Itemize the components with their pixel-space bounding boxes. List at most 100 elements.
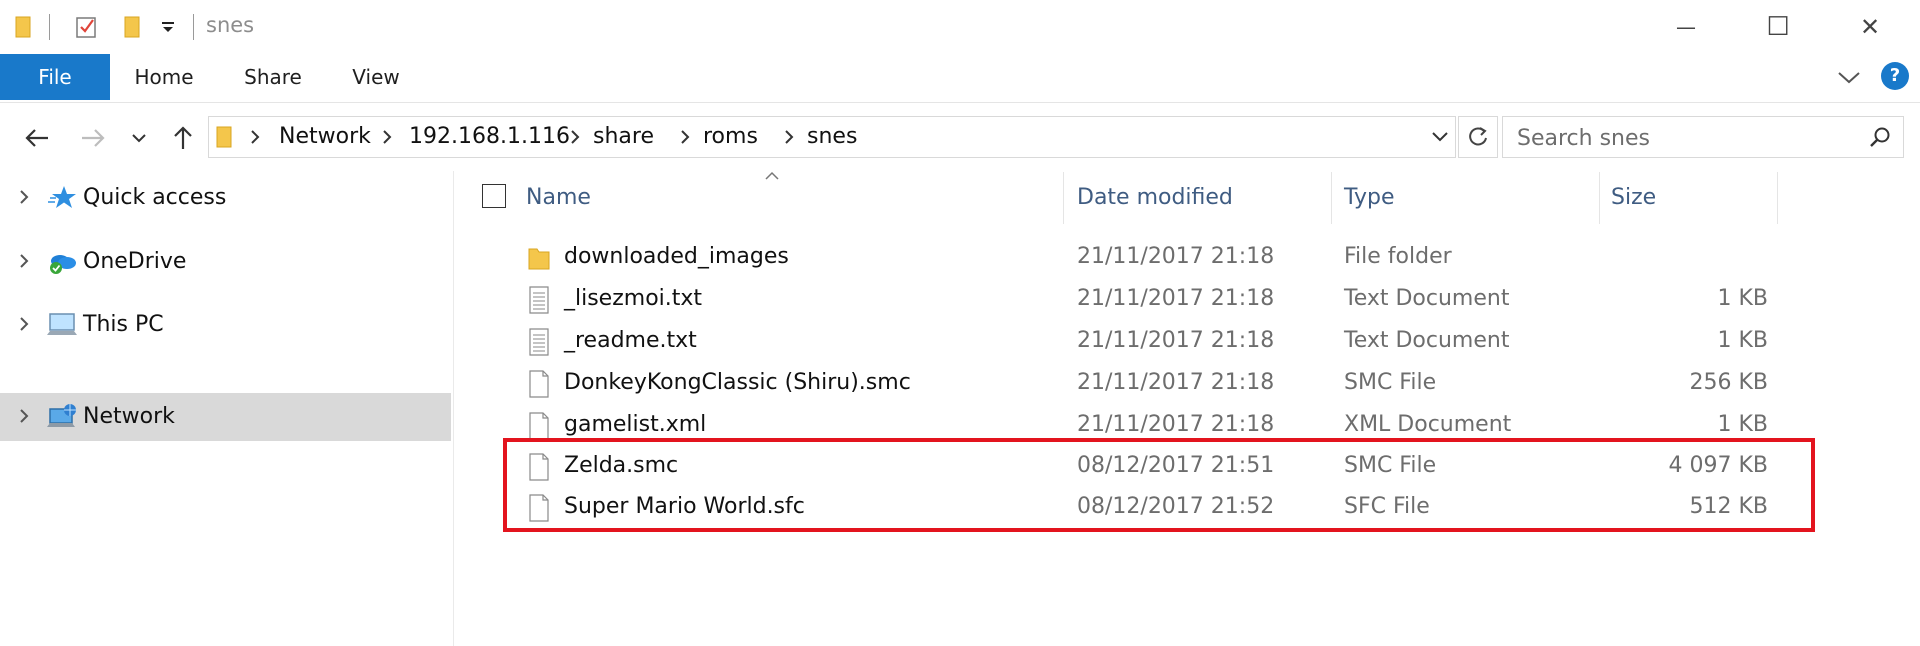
tab-view[interactable]: View <box>342 54 410 100</box>
forward-button[interactable] <box>76 121 110 155</box>
star-icon <box>46 184 78 212</box>
maximize-icon: ☐ <box>1766 12 1790 42</box>
file-icon <box>526 411 552 441</box>
column-header-size[interactable]: Size <box>1611 172 1656 224</box>
properties-icon[interactable] <box>72 14 102 40</box>
sidebar-item-quick-access[interactable]: Quick access <box>0 174 451 222</box>
search-icon[interactable] <box>1869 126 1891 152</box>
file-type: File folder <box>1344 244 1452 269</box>
file-size: 1 KB <box>1717 286 1768 311</box>
file-size: 4 097 KB <box>1668 453 1769 478</box>
toolbar-separator <box>49 14 50 40</box>
network-icon <box>46 403 78 431</box>
up-arrow-icon <box>174 126 192 149</box>
file-size <box>1568 236 1768 278</box>
breadcrumb-host[interactable]: 192.168.1.116 <box>409 117 570 157</box>
breadcrumb-snes[interactable]: snes <box>807 117 857 157</box>
folder-icon <box>10 14 36 40</box>
search-box[interactable] <box>1502 116 1904 159</box>
file-row[interactable]: gamelist.xml 21/11/2017 21:18 XML Docume… <box>518 404 1768 446</box>
chevron-right-icon[interactable] <box>18 250 30 276</box>
file-row[interactable]: _lisezmoi.txt 21/11/2017 21:18 Text Docu… <box>518 278 1768 320</box>
file-row[interactable]: DonkeyKongClassic (Shiru).smc 21/11/2017… <box>518 362 1768 404</box>
file-row[interactable]: downloaded_images 21/11/2017 21:18 File … <box>518 236 1768 278</box>
search-input[interactable] <box>1515 117 1859 159</box>
file-size: 256 KB <box>1689 370 1768 395</box>
file-row[interactable]: Zelda.smc 08/12/2017 21:51 SMC File 4 09… <box>518 445 1768 487</box>
back-button[interactable] <box>20 121 54 155</box>
column-header-type[interactable]: Type <box>1344 172 1395 224</box>
close-button[interactable]: ✕ <box>1824 0 1916 54</box>
chevron-right-icon[interactable] <box>18 313 30 339</box>
select-all-checkbox[interactable] <box>482 184 506 208</box>
folder-icon <box>215 125 233 153</box>
sidebar-item-label: OneDrive <box>83 249 187 274</box>
minimize-button[interactable]: — <box>1640 0 1732 54</box>
file-row[interactable]: Super Mario World.sfc 08/12/2017 21:52 S… <box>518 486 1768 528</box>
sidebar-item-network[interactable]: Network <box>0 393 451 441</box>
navigation-pane: Quick access OneDrive This PC Network <box>0 171 454 646</box>
sidebar-item-this-pc[interactable]: This PC <box>0 301 451 349</box>
chevron-right-icon[interactable] <box>569 117 581 157</box>
tab-file[interactable]: File <box>0 54 110 100</box>
file-date-modified: 08/12/2017 21:51 <box>1077 453 1275 478</box>
help-icon[interactable]: ? <box>1881 62 1909 90</box>
this-pc-icon <box>46 311 78 339</box>
refresh-button[interactable] <box>1458 116 1498 158</box>
column-divider[interactable] <box>1331 172 1332 224</box>
file-name: downloaded_images <box>564 244 789 269</box>
file-name: DonkeyKongClassic (Shiru).smc <box>564 370 911 395</box>
breadcrumb-share[interactable]: share <box>593 117 654 157</box>
file-row[interactable]: _readme.txt 21/11/2017 21:18 Text Docume… <box>518 320 1768 362</box>
address-dropdown-icon[interactable] <box>1431 129 1449 149</box>
sidebar-item-label: Quick access <box>83 185 227 210</box>
new-folder-icon[interactable] <box>118 14 146 40</box>
file-type: SMC File <box>1344 370 1437 395</box>
sidebar-item-label: This PC <box>83 312 164 337</box>
address-bar[interactable]: Network 192.168.1.116 share roms snes <box>208 116 1456 158</box>
sort-ascending-icon <box>764 166 780 185</box>
file-name: _readme.txt <box>564 328 697 353</box>
column-header-name[interactable]: Name <box>526 172 591 224</box>
maximize-button[interactable]: ☐ <box>1732 0 1824 54</box>
file-date-modified: 21/11/2017 21:18 <box>1077 412 1275 437</box>
forward-arrow-icon <box>82 129 105 147</box>
file-name: Super Mario World.sfc <box>564 494 805 519</box>
file-size: 1 KB <box>1717 412 1768 437</box>
sidebar-item-label: Network <box>83 404 175 429</box>
recent-locations-button[interactable] <box>126 121 152 155</box>
file-icon <box>526 452 552 482</box>
customize-toolbar-dropdown-icon[interactable] <box>156 14 180 40</box>
up-button[interactable] <box>166 121 200 155</box>
chevron-right-icon[interactable] <box>18 186 30 212</box>
file-date-modified: 21/11/2017 21:18 <box>1077 244 1275 269</box>
breadcrumb-roms[interactable]: roms <box>703 117 758 157</box>
file-icon <box>526 369 552 399</box>
file-date-modified: 21/11/2017 21:18 <box>1077 370 1275 395</box>
chevron-right-icon[interactable] <box>381 117 393 157</box>
file-type: Text Document <box>1344 328 1510 353</box>
text-document-icon <box>526 327 552 357</box>
chevron-right-icon[interactable] <box>18 405 30 431</box>
tab-share[interactable]: Share <box>232 54 314 100</box>
column-divider[interactable] <box>1777 172 1778 224</box>
file-type: Text Document <box>1344 286 1510 311</box>
title-bar: snes — ☐ ✕ <box>0 0 1920 54</box>
chevron-right-icon[interactable] <box>679 117 691 157</box>
column-divider[interactable] <box>1599 172 1600 224</box>
chevron-right-icon[interactable] <box>783 117 795 157</box>
column-divider[interactable] <box>1063 172 1064 224</box>
column-header-date-modified[interactable]: Date modified <box>1077 172 1233 224</box>
tab-home[interactable]: Home <box>124 54 204 100</box>
sidebar-item-onedrive[interactable]: OneDrive <box>0 238 451 286</box>
file-name: Zelda.smc <box>564 453 679 478</box>
back-arrow-icon <box>25 129 48 147</box>
file-size: 512 KB <box>1689 494 1768 519</box>
breadcrumb-network[interactable]: Network <box>279 117 371 157</box>
file-type: XML Document <box>1344 412 1512 437</box>
file-type: SMC File <box>1344 453 1437 478</box>
file-name: _lisezmoi.txt <box>564 286 703 311</box>
file-date-modified: 21/11/2017 21:18 <box>1077 328 1275 353</box>
expand-ribbon-icon[interactable] <box>1836 66 1862 92</box>
chevron-right-icon[interactable] <box>249 117 261 157</box>
